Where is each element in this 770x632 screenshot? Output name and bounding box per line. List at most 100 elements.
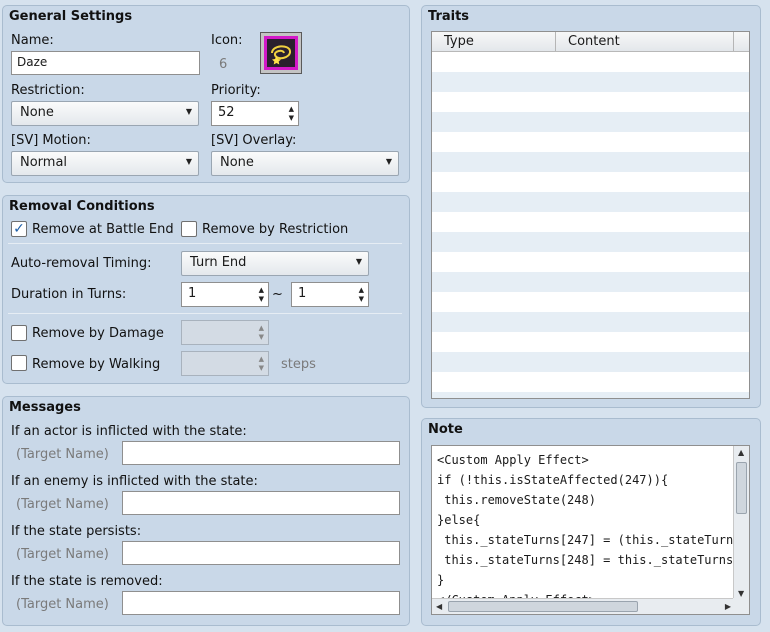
remove-walking-checkbox[interactable] [11,355,27,371]
timing-select[interactable]: Turn End ▼ [181,251,369,276]
spin-down-icon[interactable]: ▼ [359,295,364,303]
timing-label: Auto-removal Timing: [11,256,152,271]
traits-table[interactable]: Type Content [431,31,750,399]
damage-percent-stepper: ▲ ▼ [181,320,269,345]
name-input[interactable]: Daze [11,51,200,75]
note-vertical-scrollbar[interactable]: ▲ ▼ [733,446,749,600]
removed-target-placeholder: (Target Name) [16,597,109,612]
chevron-down-icon: ▼ [385,157,392,166]
note-horizontal-scrollbar[interactable]: ◀ ▶ [432,598,735,614]
scroll-left-icon[interactable]: ◀ [436,602,442,611]
remove-restriction-label[interactable]: Remove by Restriction [202,222,348,237]
restriction-select[interactable]: None ▼ [11,101,199,126]
restriction-label: Restriction: [11,83,85,98]
traits-title: Traits [428,9,470,24]
sv-overlay-value: None [220,155,254,170]
sv-overlay-label: [SV] Overlay: [211,133,297,148]
table-row[interactable] [432,312,749,332]
header-filler [734,32,749,51]
note-textarea[interactable]: <Custom Apply Effect> if (!this.isStateAf… [431,445,750,615]
scroll-up-icon[interactable]: ▲ [738,448,744,457]
actor-inflicted-message-input[interactable] [122,441,400,465]
spin-down-icon: ▼ [258,333,264,341]
type-column-header[interactable]: Type [432,32,556,51]
divider [8,313,402,314]
duration-max-stepper[interactable]: 1 ▲ ▼ [291,282,369,307]
icon-index: 6 [219,57,228,72]
table-row[interactable] [432,232,749,252]
note-line: } [437,573,445,587]
note-line: this.removeState(248) [437,493,596,507]
steps-label: steps [281,357,316,372]
state-removed-message-input[interactable] [122,591,400,615]
table-row[interactable] [432,72,749,92]
persists-target-placeholder: (Target Name) [16,547,109,562]
table-row[interactable] [432,112,749,132]
table-row[interactable] [432,172,749,192]
horizontal-scroll-thumb[interactable] [448,601,638,612]
note-line: }else{ [437,513,481,527]
remove-damage-checkbox[interactable] [11,325,27,341]
note-line: <Custom Apply Effect> [437,453,589,467]
spin-up-icon[interactable]: ▲ [289,105,294,113]
icon-label: Icon: [211,33,243,48]
sv-motion-label: [SV] Motion: [11,133,91,148]
icon-picker-button[interactable] [260,32,302,74]
priority-stepper[interactable]: 52 ▲ ▼ [211,101,299,126]
note-text[interactable]: <Custom Apply Effect> if (!this.isStateAf… [432,446,735,600]
table-row[interactable] [432,372,749,392]
table-row[interactable] [432,212,749,232]
spin-down-icon: ▼ [258,364,264,372]
scroll-right-icon[interactable]: ▶ [725,602,731,611]
state-persists-message-input[interactable] [122,541,400,565]
table-row[interactable] [432,52,749,72]
priority-label: Priority: [211,83,261,98]
actor-target-placeholder: (Target Name) [16,447,109,462]
duration-separator: ~ [272,287,283,302]
actor-inflicted-label: If an actor is inflicted with the state: [11,424,247,439]
sv-motion-select[interactable]: Normal ▼ [11,151,199,176]
duration-min-value: 1 [188,286,197,301]
walking-steps-stepper: ▲ ▼ [181,351,269,376]
table-row[interactable] [432,292,749,312]
table-row[interactable] [432,92,749,112]
remove-restriction-checkbox[interactable] [181,221,197,237]
duration-max-value: 1 [298,286,307,301]
duration-label: Duration in Turns: [11,287,127,302]
remove-walking-label[interactable]: Remove by Walking [32,357,160,372]
name-label: Name: [11,33,54,48]
table-row[interactable] [432,152,749,172]
priority-value: 52 [218,105,235,120]
duration-min-stepper[interactable]: 1 ▲ ▼ [181,282,269,307]
table-row[interactable] [432,352,749,372]
vertical-scroll-thumb[interactable] [736,462,747,514]
spin-up-icon[interactable]: ▲ [359,286,364,294]
table-row[interactable] [432,272,749,292]
messages-title: Messages [9,400,81,415]
restriction-value: None [20,105,54,120]
timing-value: Turn End [190,255,247,270]
remove-battle-end-checkbox[interactable]: ✓ [11,221,27,237]
traits-table-header: Type Content [432,32,749,52]
remove-damage-label[interactable]: Remove by Damage [32,326,164,341]
table-row[interactable] [432,192,749,212]
sv-overlay-select[interactable]: None ▼ [211,151,399,176]
remove-battle-end-label[interactable]: Remove at Battle End [32,222,174,237]
checkmark-icon: ✓ [13,221,25,237]
spin-down-icon[interactable]: ▼ [289,114,294,122]
table-row[interactable] [432,132,749,152]
enemy-inflicted-message-input[interactable] [122,491,400,515]
state-removed-label: If the state is removed: [11,574,163,589]
daze-swirl-star-icon [264,36,298,70]
spin-up-icon: ▲ [258,324,264,332]
chevron-down-icon: ▼ [185,157,192,166]
spin-up-icon[interactable]: ▲ [259,286,264,294]
table-row[interactable] [432,252,749,272]
scroll-down-icon[interactable]: ▼ [738,589,744,598]
content-column-header[interactable]: Content [556,32,734,51]
removal-conditions-title: Removal Conditions [9,199,155,214]
spin-down-icon[interactable]: ▼ [259,295,264,303]
chevron-down-icon: ▼ [355,257,362,266]
table-row[interactable] [432,392,749,398]
table-row[interactable] [432,332,749,352]
